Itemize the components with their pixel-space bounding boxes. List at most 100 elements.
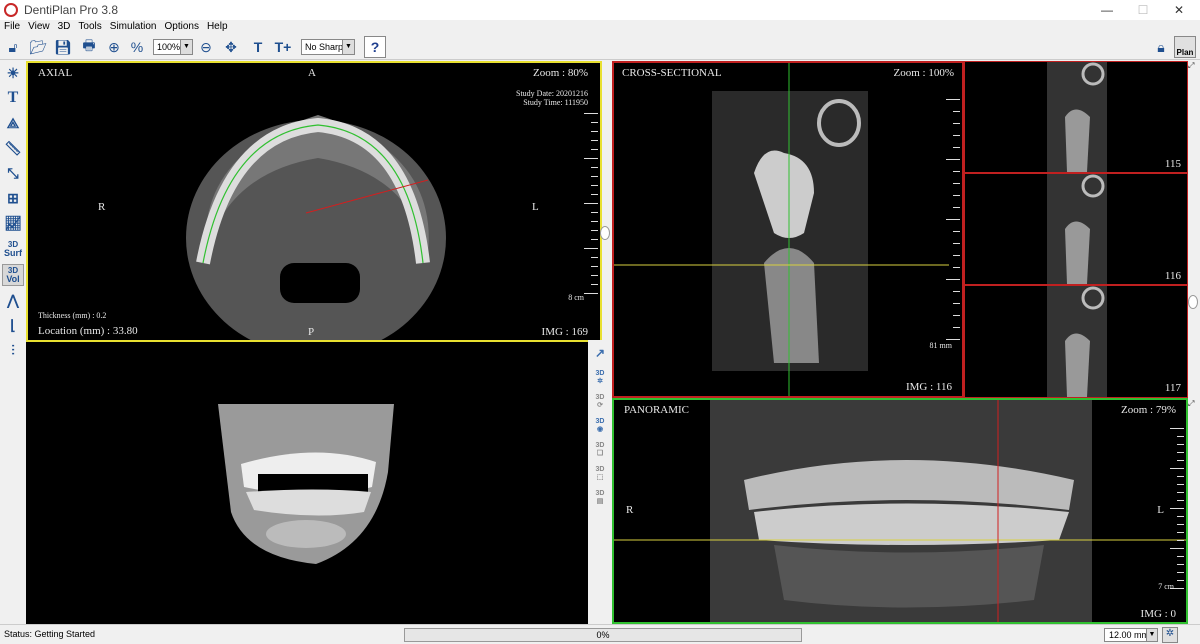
ruler-tick [946,339,960,340]
panoramic-orient-left: R [626,504,634,516]
surf-3d-button[interactable]: 3D Surf [2,238,24,260]
surf-3d-bottom: Surf [4,248,22,258]
axial-study-date: Study Date: 20201216 [516,89,588,98]
profile-chart-icon[interactable]: 📈︎ [2,212,24,234]
expand-icon[interactable]: ⤢ [1188,399,1198,409]
unlock-icon[interactable]: 🔓︎ [2,36,24,58]
3d-clip-icon[interactable]: 3D ▤ [589,486,611,508]
ruler-tick [584,293,598,294]
axial-thickness: Thickness (mm) : 0.2 [38,311,107,320]
axial-img: IMG : 169 [541,326,588,338]
3d-layer-icon[interactable]: 3D ❏ [589,438,611,460]
3d-reset-icon[interactable]: 3D ✲ [589,366,611,388]
pan-icon[interactable]: ✥ [220,36,242,58]
brightness-icon[interactable]: ☀ [2,62,24,84]
thumb-scan-image [1047,174,1107,284]
help-button[interactable]: ? [364,36,386,58]
menu-view[interactable]: View [24,20,54,34]
ruler-tick [584,158,598,159]
ruler-tick [953,255,960,256]
text-add-icon[interactable]: T+ [272,36,294,58]
thumb-label: 115 [1164,158,1181,170]
cross-title: CROSS-SECTIONAL [622,67,722,79]
ruler-tick [584,203,598,204]
axial-scan-image [186,115,446,340]
ruler-tick [953,291,960,292]
slice-thickness-select[interactable]: 12.00 mm ▼ [1104,628,1158,642]
axial-splitter-handle[interactable] [600,226,610,240]
nerve-trace-icon[interactable]: ⋀ [2,289,24,311]
menu-simulation[interactable]: Simulation [106,20,161,34]
expand-icon[interactable]: ⤢ [1188,61,1198,71]
chevron-down-icon: ▼ [180,40,192,54]
thumb-splitter-handle[interactable] [1188,295,1198,309]
menu-options[interactable]: Options [160,20,202,34]
print-icon[interactable]: 🖶 [78,36,100,58]
menu-3d[interactable]: 3D [54,20,75,34]
ruler-tick [953,135,960,136]
cross-thumb-117[interactable]: 117 [964,285,1188,398]
skull-3d-render [218,404,394,564]
ruler-tick [1170,548,1184,549]
axial-scale-ruler [578,113,598,294]
close-icon[interactable]: ✕ [1162,0,1196,20]
settings-gear-icon[interactable]: ✲ [1162,627,1178,643]
zoom-out-icon[interactable]: ⊖ [195,36,217,58]
panoramic-scale-label: 7 cm [1158,582,1174,591]
panoramic-title: PANORAMIC [624,404,690,416]
panoramic-view[interactable]: PANORAMIC Zoom : 79% R L 7 cm IMG : 0 [612,398,1188,624]
ruler-tick [591,140,598,141]
3d-cut-icon[interactable]: 3D ⬚ [589,462,611,484]
toolbar: 🔓︎ 📂︎ 💾︎ 🖶 ⊕ % 100% ▼ ⊖ ✥ T T+ No Sharp ▼ … [0,34,1200,60]
thumb-scan-image [1047,286,1107,397]
vol-3d-bottom: Vol [6,274,20,284]
app-logo-icon [4,3,18,17]
sharpen-select[interactable]: No Sharp ▼ [301,39,355,55]
chevron-down-icon: ▼ [1146,629,1157,641]
ruler-tick [946,159,960,160]
save-icon[interactable]: 💾︎ [52,36,74,58]
thumb-scan-image [1047,62,1107,172]
canal-icon[interactable]: ⌊ [2,314,24,336]
menu-tools[interactable]: Tools [74,20,105,34]
zoom-percent-icon[interactable]: % [126,36,148,58]
axial-scale-label: 8 cm [568,293,584,302]
axial-view[interactable]: AXIAL A P R L Zoom : 80% Study Date: 202… [26,61,602,342]
plan-button[interactable]: Plan [1174,36,1196,58]
3d-reset-label: 3D [595,369,605,377]
cross-scale-label: 81 mm [929,341,952,350]
3d-rotate-icon[interactable]: 3D ⟳ [589,390,611,412]
text-tool-icon[interactable]: T [247,36,269,58]
minimize-icon[interactable]: — [1090,0,1124,20]
arrow-tool-icon[interactable]: ↗ [589,342,611,364]
ruler-icon[interactable]: 📏︎ [2,137,24,159]
volume-3d-view[interactable] [26,342,588,624]
implant-icon[interactable]: ⫶ [2,339,24,361]
angle-measure-icon[interactable]: ⟁ [2,112,24,134]
zoom-in-icon[interactable]: ⊕ [103,36,125,58]
title-bar: DentiPlan Pro 3.8 — ☐ ✕ [0,0,1200,20]
zoom-select[interactable]: 100% ▼ [153,39,193,55]
ruler-tick [953,123,960,124]
ruler-tick [1177,580,1184,581]
ruler-tick [953,303,960,304]
ruler-tick [1177,444,1184,445]
ruler-tick [591,149,598,150]
cross-thumb-116[interactable]: 116 [964,173,1188,285]
ruler-tick [591,185,598,186]
cross-sectional-view[interactable]: CROSS-SECTIONAL Zoom : 100% 81 mm IMG : … [612,61,964,398]
vol-3d-button[interactable]: 3D Vol [2,264,24,286]
distance-icon[interactable]: ⤡ [2,162,24,184]
open-folder-icon[interactable]: 📂︎ [27,36,49,58]
text-annotate-icon[interactable]: T [2,87,24,109]
lock-icon[interactable]: 🔒︎ [1150,36,1172,58]
zoom-select-value: 100% [157,42,181,52]
3d-view-icon[interactable]: 3D ◉ [589,414,611,436]
maximize-icon[interactable]: ☐ [1126,0,1160,20]
ruler-tick [1170,468,1184,469]
density-icon[interactable]: ⊞ [2,187,24,209]
menu-help[interactable]: Help [203,20,232,34]
menu-file[interactable]: File [0,20,24,34]
ruler-tick [953,207,960,208]
cross-thumb-115[interactable]: 115 [964,61,1188,173]
